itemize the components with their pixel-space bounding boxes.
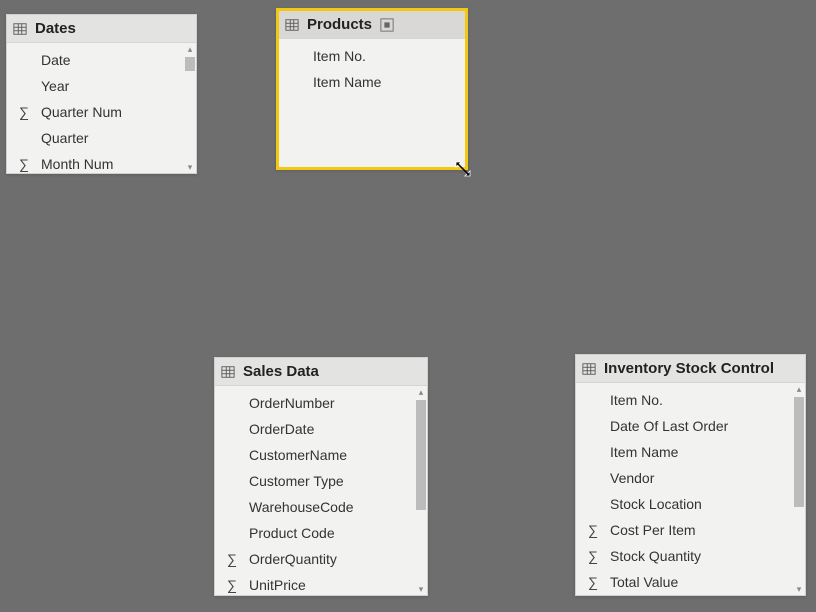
field-row[interactable]: ∑OrderNumber xyxy=(215,390,427,416)
table-card-inventory[interactable]: Inventory Stock Control ∑Item No. ∑Date … xyxy=(575,354,806,596)
field-name: Vendor xyxy=(610,470,797,486)
field-name: Stock Quantity xyxy=(610,548,797,564)
table-card-dates[interactable]: Dates ∑Date ∑Year ∑Quarter Num ∑Quarter … xyxy=(6,14,197,174)
field-row[interactable]: ∑Stock Location xyxy=(576,491,805,517)
table-header[interactable]: Dates xyxy=(7,15,196,43)
field-name: Item Name xyxy=(610,444,797,460)
field-row[interactable]: ∑Year xyxy=(7,73,196,99)
field-list: ∑Item No. ∑Item Name xyxy=(279,39,465,99)
field-name: Quarter Num xyxy=(41,104,188,120)
field-name: CustomerName xyxy=(249,447,419,463)
field-row[interactable]: ∑Product Code xyxy=(215,520,427,546)
sigma-icon: ∑ xyxy=(227,577,249,593)
table-body: ∑Date ∑Year ∑Quarter Num ∑Quarter ∑Month… xyxy=(7,43,196,173)
table-title: Inventory Stock Control xyxy=(604,360,774,377)
field-name: Month Num xyxy=(41,156,188,172)
field-row[interactable]: ∑Month Num xyxy=(7,151,196,173)
field-row[interactable]: ∑UnitPrice xyxy=(215,572,427,595)
field-row[interactable]: ∑Vendor xyxy=(576,465,805,491)
scroll-thumb[interactable] xyxy=(794,397,804,507)
field-row[interactable]: ∑Item Name xyxy=(279,69,465,95)
table-card-sales[interactable]: Sales Data ∑OrderNumber ∑OrderDate ∑Cust… xyxy=(214,357,428,596)
field-list: ∑Item No. ∑Date Of Last Order ∑Item Name… xyxy=(576,383,805,595)
field-row[interactable]: ∑Cost Per Item xyxy=(576,517,805,543)
field-name: UnitPrice xyxy=(249,577,419,593)
field-list: ∑OrderNumber ∑OrderDate ∑CustomerName ∑C… xyxy=(215,386,427,595)
field-name: Quarter xyxy=(41,130,188,146)
table-icon xyxy=(221,365,235,379)
table-icon xyxy=(13,22,27,36)
field-row[interactable]: ∑Quarter Num xyxy=(7,99,196,125)
field-name: Item No. xyxy=(313,48,457,64)
field-row[interactable]: ∑Item No. xyxy=(279,43,465,69)
scroll-thumb[interactable] xyxy=(416,400,426,510)
field-row[interactable]: ∑OrderDate xyxy=(215,416,427,442)
scrollbar[interactable]: ▴ ▾ xyxy=(415,386,427,595)
field-name: Customer Type xyxy=(249,473,419,489)
field-row[interactable]: ∑Stock Quantity xyxy=(576,543,805,569)
sigma-icon: ∑ xyxy=(19,156,41,172)
field-row[interactable]: ∑Quarter xyxy=(7,125,196,151)
field-row[interactable]: ∑Item Name xyxy=(576,439,805,465)
table-title: Products xyxy=(307,16,372,33)
table-title: Sales Data xyxy=(243,363,319,380)
field-name: WarehouseCode xyxy=(249,499,419,515)
field-row[interactable]: ∑Date xyxy=(7,47,196,73)
field-name: Item Name xyxy=(313,74,457,90)
field-name: Cost Per Item xyxy=(610,522,797,538)
scrollbar[interactable]: ▴ ▾ xyxy=(184,43,196,173)
field-list: ∑Date ∑Year ∑Quarter Num ∑Quarter ∑Month… xyxy=(7,43,196,173)
table-title: Dates xyxy=(35,20,76,37)
scrollbar[interactable]: ▴ ▾ xyxy=(793,383,805,595)
field-name: Date xyxy=(41,52,188,68)
field-name: Stock Location xyxy=(610,496,797,512)
field-name: Item No. xyxy=(610,392,797,408)
table-body: ∑Item No. ∑Date Of Last Order ∑Item Name… xyxy=(576,383,805,595)
table-icon xyxy=(285,18,299,32)
sigma-icon: ∑ xyxy=(588,574,610,590)
table-header[interactable]: Products xyxy=(279,11,465,39)
table-body: ∑Item No. ∑Item Name xyxy=(279,39,465,167)
field-name: OrderQuantity xyxy=(249,551,419,567)
sigma-icon: ∑ xyxy=(19,104,41,120)
field-name: Date Of Last Order xyxy=(610,418,797,434)
field-row[interactable]: ∑Date Of Last Order xyxy=(576,413,805,439)
sigma-icon: ∑ xyxy=(227,551,249,567)
field-name: Product Code xyxy=(249,525,419,541)
field-row[interactable]: ∑OrderQuantity xyxy=(215,546,427,572)
field-name: OrderNumber xyxy=(249,395,419,411)
field-name: OrderDate xyxy=(249,421,419,437)
detail-icon[interactable] xyxy=(380,18,394,32)
table-body: ∑OrderNumber ∑OrderDate ∑CustomerName ∑C… xyxy=(215,386,427,595)
table-header[interactable]: Sales Data xyxy=(215,358,427,386)
table-icon xyxy=(582,362,596,376)
field-row[interactable]: ∑Total Value xyxy=(576,569,805,595)
scroll-thumb[interactable] xyxy=(185,57,195,71)
table-header[interactable]: Inventory Stock Control xyxy=(576,355,805,383)
field-name: Year xyxy=(41,78,188,94)
scroll-up-icon[interactable]: ▴ xyxy=(184,43,196,55)
field-name: Total Value xyxy=(610,574,797,590)
sigma-icon: ∑ xyxy=(588,548,610,564)
field-row[interactable]: ∑WarehouseCode xyxy=(215,494,427,520)
field-row[interactable]: ∑Customer Type xyxy=(215,468,427,494)
scroll-down-icon[interactable]: ▾ xyxy=(415,583,427,595)
scroll-down-icon[interactable]: ▾ xyxy=(184,161,196,173)
scroll-up-icon[interactable]: ▴ xyxy=(793,383,805,395)
sigma-icon: ∑ xyxy=(588,522,610,538)
scroll-down-icon[interactable]: ▾ xyxy=(793,583,805,595)
scroll-up-icon[interactable]: ▴ xyxy=(415,386,427,398)
field-row[interactable]: ∑CustomerName xyxy=(215,442,427,468)
field-row[interactable]: ∑Item No. xyxy=(576,387,805,413)
table-card-products[interactable]: Products ∑Item No. ∑Item Name xyxy=(276,8,468,170)
